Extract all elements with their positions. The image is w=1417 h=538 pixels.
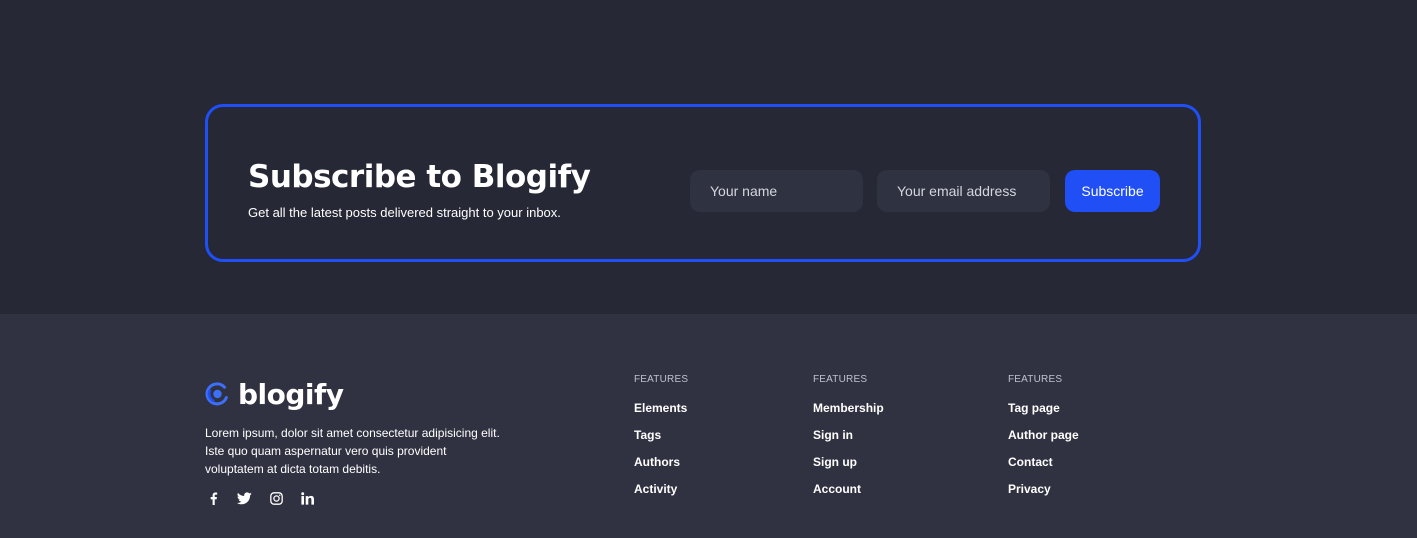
footer-column-1: FEATURES Elements Tags Authors Activity <box>634 374 688 509</box>
site-footer: blogify Lorem ipsum, dolor sit amet cons… <box>0 314 1417 538</box>
instagram-icon[interactable] <box>268 490 284 506</box>
subscribe-card: Subscribe to Blogify Get all the latest … <box>205 104 1201 262</box>
subscribe-title: Subscribe to Blogify <box>248 159 591 195</box>
footer-column-2: FEATURES Membership Sign in Sign up Acco… <box>813 374 884 509</box>
footer-link-authors[interactable]: Authors <box>634 455 680 469</box>
footer-column-heading: FEATURES <box>813 374 868 385</box>
subscribe-button[interactable]: Subscribe <box>1065 170 1160 212</box>
footer-link-tags[interactable]: Tags <box>634 428 661 442</box>
email-input[interactable] <box>877 170 1050 212</box>
social-links <box>205 490 331 506</box>
footer-link-sign-in[interactable]: Sign in <box>813 428 853 442</box>
footer-link-contact[interactable]: Contact <box>1008 455 1053 469</box>
subscribe-section: Subscribe to Blogify Get all the latest … <box>0 0 1417 314</box>
brand-name: blogify <box>238 377 344 411</box>
footer-link-membership[interactable]: Membership <box>813 401 884 415</box>
footer-column-3: FEATURES Tag page Author page Contact Pr… <box>1008 374 1079 509</box>
linkedin-icon[interactable] <box>300 490 316 506</box>
facebook-icon[interactable] <box>205 490 221 506</box>
subscribe-subtitle: Get all the latest posts delivered strai… <box>248 205 561 220</box>
footer-link-sign-up[interactable]: Sign up <box>813 455 857 469</box>
twitter-icon[interactable] <box>237 490 253 506</box>
footer-link-privacy[interactable]: Privacy <box>1008 482 1051 496</box>
footer-brand[interactable]: blogify <box>205 376 344 412</box>
name-input[interactable] <box>690 170 863 212</box>
footer-about-text: Lorem ipsum, dolor sit amet consectetur … <box>205 426 500 476</box>
footer-link-elements[interactable]: Elements <box>634 401 687 415</box>
footer-link-tag-page[interactable]: Tag page <box>1008 401 1060 415</box>
footer-link-author-page[interactable]: Author page <box>1008 428 1079 442</box>
footer-column-heading: FEATURES <box>634 374 689 385</box>
footer-link-activity[interactable]: Activity <box>634 482 677 496</box>
footer-link-account[interactable]: Account <box>813 482 861 496</box>
footer-column-heading: FEATURES <box>1008 374 1063 385</box>
blogify-logo-icon <box>205 382 229 406</box>
